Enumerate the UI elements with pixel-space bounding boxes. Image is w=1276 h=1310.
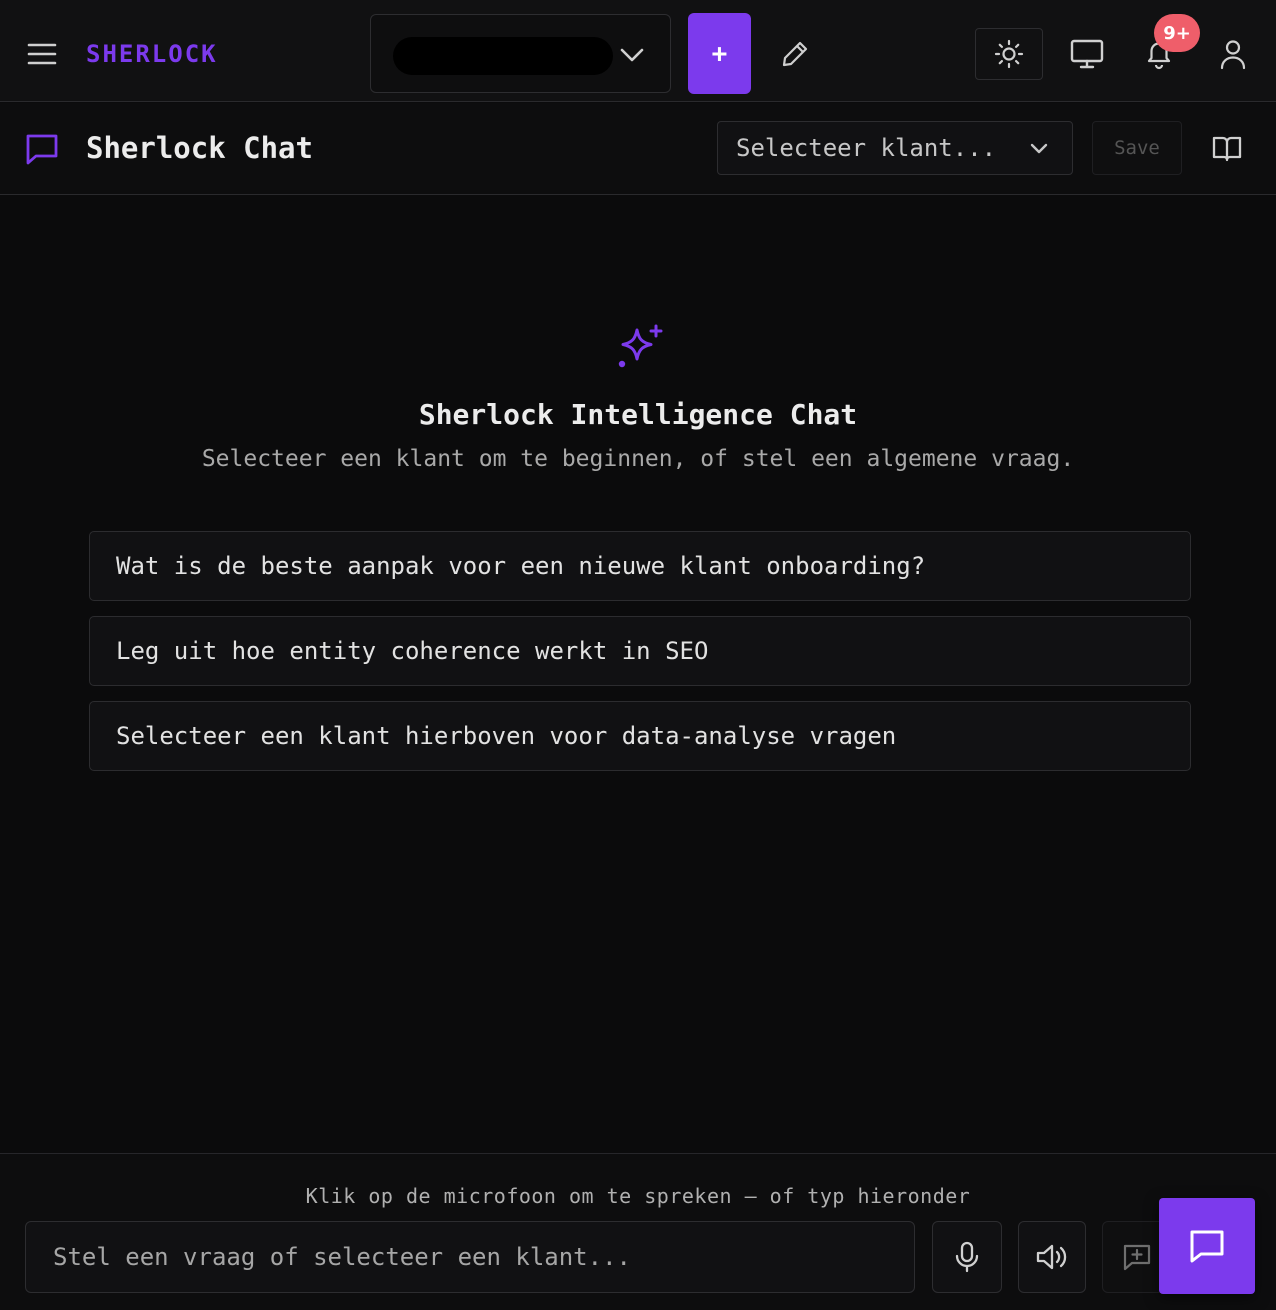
pencil-icon[interactable] [770, 30, 820, 78]
microphone-icon [955, 1241, 979, 1273]
suggestion-button[interactable]: Leg uit hoe entity coherence werkt in SE… [89, 616, 1191, 686]
notification-badge: 9+ [1154, 14, 1200, 52]
voice-hint: Klik op de microfoon om te spreken — of … [305, 1184, 971, 1208]
brand-logo[interactable]: SHERLOCK [86, 40, 218, 68]
book-open-icon[interactable] [1202, 127, 1252, 171]
chat-composer: Klik op de microfoon om te spreken — of … [0, 1153, 1276, 1310]
save-button[interactable]: Save [1092, 121, 1182, 175]
speaker-button[interactable] [1018, 1221, 1086, 1293]
sun-icon[interactable] [975, 28, 1043, 80]
add-button[interactable]: + [688, 13, 751, 94]
speaker-icon [1036, 1244, 1067, 1270]
chevron-down-icon [620, 48, 644, 62]
page-title: Sherlock Chat [86, 131, 313, 165]
suggestion-button[interactable]: Wat is de beste aanpak voor een nieuwe k… [89, 531, 1191, 601]
top-bar: SHERLOCK + 9+ [0, 0, 1276, 102]
monitor-icon[interactable] [1062, 30, 1112, 78]
user-icon[interactable] [1208, 30, 1258, 78]
sparkles-icon [612, 322, 666, 380]
client-select[interactable]: Selecteer klant... [717, 121, 1073, 175]
chevron-down-icon [1030, 143, 1048, 154]
suggestion-button[interactable]: Selecteer een klant hierboven voor data-… [89, 701, 1191, 771]
message-plus-icon [1123, 1244, 1151, 1271]
redacted-value [393, 37, 613, 75]
chat-header: Sherlock Chat Selecteer klant... Save [0, 103, 1276, 195]
workspace-selector[interactable] [370, 14, 671, 93]
chat-fab-button[interactable] [1159, 1198, 1255, 1294]
chat-icon [1190, 1230, 1224, 1263]
hero-title: Sherlock Intelligence Chat [418, 398, 858, 431]
microphone-button[interactable] [932, 1221, 1002, 1293]
menu-icon[interactable] [24, 36, 60, 72]
hero-subtitle: Selecteer een klant om te beginnen, of s… [201, 446, 1075, 472]
client-select-placeholder: Selecteer klant... [736, 134, 997, 162]
chat-bubble-icon [24, 131, 60, 171]
chat-input[interactable] [25, 1221, 915, 1293]
